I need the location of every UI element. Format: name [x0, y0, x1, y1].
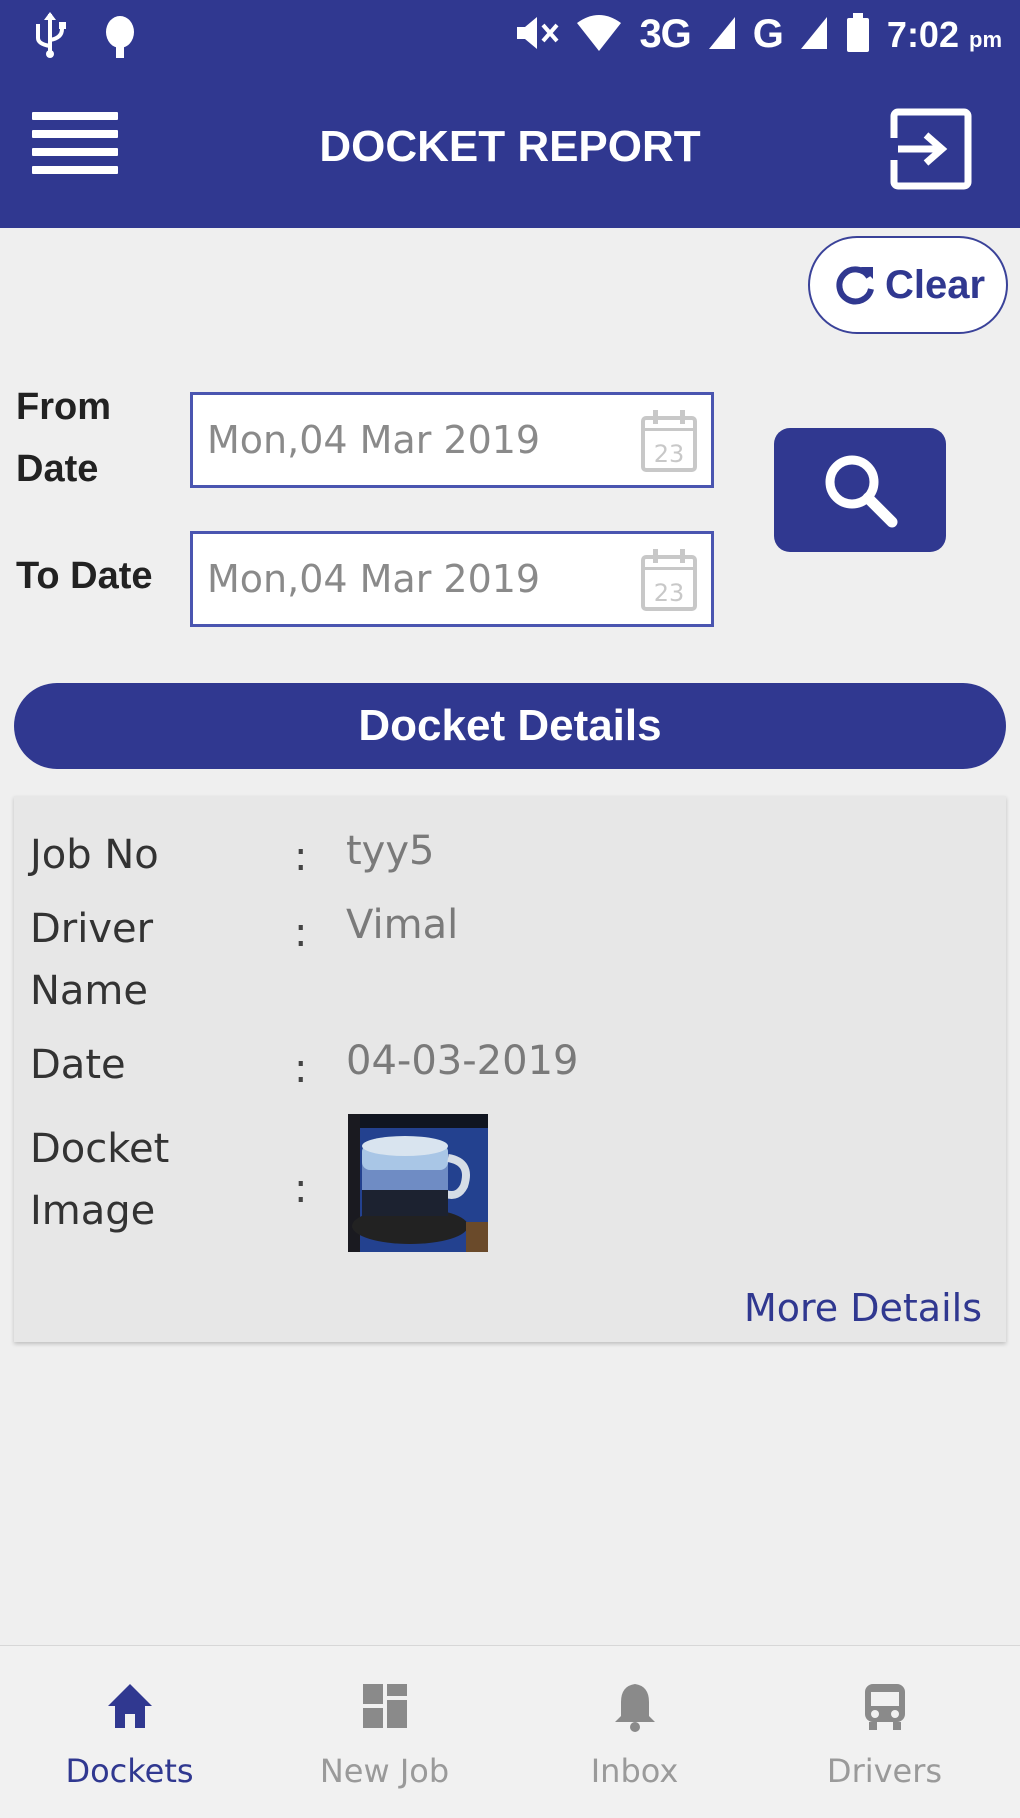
- wifi-icon: [575, 13, 623, 57]
- status-bar: 3G G 7:02 pm: [0, 0, 1020, 72]
- job-no-value: tyy5: [346, 828, 435, 874]
- logout-icon: [890, 108, 972, 190]
- to-date-value: Mon,04 Mar 2019: [207, 557, 541, 601]
- refresh-icon: [836, 266, 874, 305]
- docket-card[interactable]: Job No : tyy5 Driver Name : Vimal Date :…: [14, 796, 1006, 1342]
- job-no-label: Job No: [30, 832, 159, 878]
- calendar-glyph: 23: [654, 440, 685, 468]
- date-value: 04-03-2019: [346, 1038, 579, 1084]
- more-details-link[interactable]: More Details: [744, 1286, 982, 1330]
- docket-details-header: Docket Details: [14, 683, 1006, 769]
- search-icon: [825, 455, 898, 528]
- nav-dockets[interactable]: Dockets: [2, 1646, 257, 1818]
- grid-icon: [363, 1684, 407, 1728]
- calendar-icon: 23: [639, 547, 699, 617]
- clear-button[interactable]: Clear: [808, 236, 1008, 334]
- bus-icon: [865, 1684, 905, 1730]
- network-type: 3G: [639, 12, 691, 56]
- driver-name-value: Vimal: [346, 902, 459, 948]
- menu-line: [32, 112, 118, 120]
- signal-icon: [707, 15, 737, 55]
- calendar-glyph: 23: [654, 579, 685, 607]
- to-date-field[interactable]: Mon,04 Mar 2019 23: [190, 531, 714, 627]
- from-date-label: From Date: [16, 386, 111, 490]
- bell-icon: [615, 1684, 655, 1732]
- docket-image-label: Docket Image: [30, 1126, 170, 1234]
- clock: 7:02 pm: [886, 13, 1002, 55]
- separator: :: [294, 834, 308, 880]
- network-type-2: G: [752, 12, 784, 56]
- bottom-nav: Dockets New Job Inbox Drivers: [0, 1645, 1020, 1818]
- nav-inbox[interactable]: Inbox: [507, 1646, 762, 1818]
- home-icon: [108, 1684, 152, 1728]
- page-title: DOCKET REPORT: [319, 122, 701, 171]
- nav-label: Inbox: [590, 1752, 679, 1790]
- from-date-value: Mon,04 Mar 2019: [207, 418, 541, 462]
- app-bar: DOCKET REPORT: [0, 72, 1020, 228]
- usb-icon: [32, 12, 68, 62]
- separator: :: [294, 910, 308, 956]
- mute-icon: [515, 13, 559, 57]
- clear-label: Clear: [884, 262, 986, 307]
- to-date-label: To Date: [16, 555, 153, 597]
- nav-label: Drivers: [826, 1752, 943, 1790]
- nav-label: Dockets: [65, 1752, 194, 1790]
- battery-icon: [845, 12, 871, 57]
- logout-button[interactable]: [890, 108, 972, 190]
- search-button[interactable]: [774, 428, 946, 552]
- separator: :: [294, 1046, 308, 1092]
- docket-image-thumbnail[interactable]: [348, 1114, 488, 1252]
- from-date-field[interactable]: Mon,04 Mar 2019 23: [190, 392, 714, 488]
- date-label: Date: [30, 1042, 126, 1088]
- nav-drivers[interactable]: Drivers: [757, 1646, 1012, 1818]
- calendar-icon: 23: [639, 408, 699, 478]
- nav-new-job[interactable]: New Job: [257, 1646, 512, 1818]
- nav-label: New Job: [319, 1752, 450, 1790]
- driver-name-label: Driver Name: [30, 906, 154, 1014]
- debug-icon: [102, 12, 138, 62]
- signal-icon-2: [799, 15, 829, 55]
- separator: :: [294, 1166, 308, 1212]
